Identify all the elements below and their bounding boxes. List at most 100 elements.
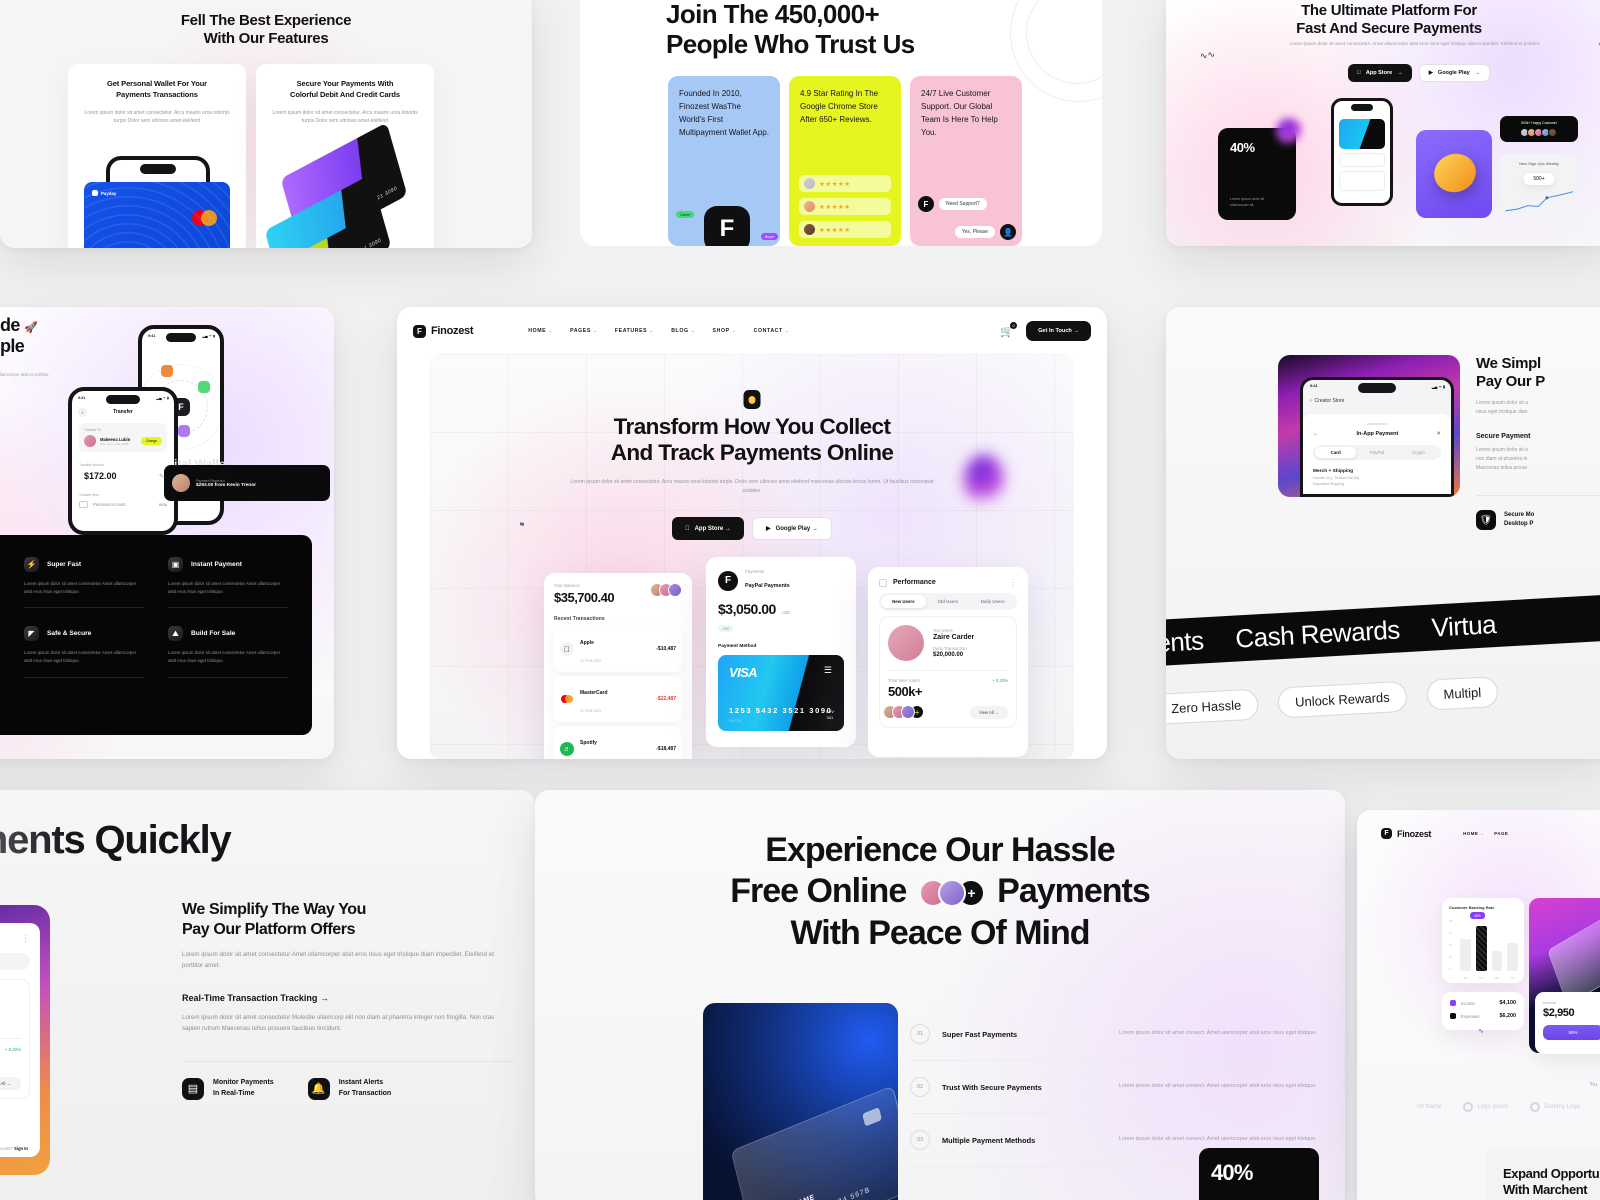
trust-card-founded[interactable]: Founded In 2010, Finozest WasThe World's… [668,76,780,246]
nav-item-home[interactable]: HOME ⌄ [1463,831,1484,837]
nav-item-shop[interactable]: SHOP ⌄ [713,328,737,334]
logo-glyph: F [417,326,422,336]
income-value: $2,950 [1543,1007,1575,1019]
dark-feature-body: Lorem ipsum dolor sit amet consectetur A… [24,581,137,594]
tab-card[interactable]: Card [1315,447,1357,458]
performance-tabs[interactable]: New Users Old Users Daily Users [879,593,1017,610]
sheet-grabber[interactable] [1367,423,1387,425]
panel-dark-features: de 🚀 ple llamcorper atsit et porttitor. … [0,307,334,759]
trust-card-rating[interactable]: 4.9 Star Rating In The Google Chrome Sto… [789,76,901,246]
cvv-value: 341 [826,715,834,720]
more-options-icon[interactable]: ⋮ [21,933,30,944]
tab-old-users[interactable]: Old Users [926,595,971,608]
chevron-down-icon: ⌄ [731,328,737,334]
brand-logo[interactable]: F Finozest [1381,828,1431,839]
nav-item-features[interactable]: FEATURES ⌄ [615,328,654,334]
top-user-name: Zaire Carder [933,634,975,641]
nav-item-blog[interactable]: BLOG ⌄ [671,328,695,334]
bolt-icon: ⚡ [24,557,39,572]
feature-card-wallet[interactable]: Get Personal Wallet For Your Payments Tr… [68,64,246,248]
tablet-mockup: ce ⋮ Old Users Daily Users Top Users Zai… [0,905,50,1175]
floating-credit-card: BANK NAME 1234 567B 1234 567B [730,1085,898,1200]
nav-item-pages[interactable]: PAGES ⌄ [570,328,598,334]
mastercard-icon [192,210,218,226]
heading-line-2: Pay Our P [1476,373,1545,390]
payday-credit-card: Payday Enter Number 4554 7633 9877 8637 … [84,182,230,248]
income-summary-card: Income $2,950 59% [1535,992,1600,1054]
inapp-right-body-2: Lorem ipsum dolor sit a non diam at phar… [1476,446,1600,473]
star-rating: ★★★★★ [819,203,851,211]
phone-card-visual [1339,119,1385,149]
support-bot-avatar: F [918,196,934,212]
signin-link[interactable]: Sign In [14,1146,28,1151]
tag-pill[interactable]: Multipl [1425,676,1499,711]
feature-card-body: Lorem ipsum dolor sit amet consectetur. … [272,109,418,125]
trust-card-support[interactable]: 24/7 Live Customer Support. Our Global T… [910,76,1022,246]
step-row[interactable]: 02 Trust With Secure Payments Lorem ipsu… [910,1061,1325,1114]
tag-pill[interactable]: Unlock Rewards [1277,680,1408,719]
legend-label: Expenses [1461,1013,1480,1019]
tab-daily-users[interactable]: Daily Users [0,955,28,968]
transaction-name: MasterCard [580,690,608,696]
more-options-icon[interactable]: ⋮ [1009,578,1017,587]
back-icon[interactable]: ‹ [78,408,87,417]
tab-crypto[interactable]: Crypto [1398,447,1439,458]
appstore-label: App Store → [692,525,731,532]
bell-icon: 🔔 [307,1077,330,1100]
tab-new-users[interactable]: New Users [881,595,926,608]
realtime-tracking-body: Lorem ipsum dolor sit amet consectetur M… [182,1014,495,1033]
googleplay-button[interactable]: ▶ Google Play → [1418,64,1491,82]
cart-icon[interactable]: 🛒 0 [1000,321,1018,338]
tag-row: Zero Hassle Unlock Rewards Multipl [1166,676,1499,725]
avatar [804,178,815,189]
payments-logo-icon: F [718,570,738,591]
googleplay-label: Google Play [1435,70,1470,76]
icon-glyph: ⛰ [172,628,179,638]
logo-label: Dummy Logo [1544,1104,1581,1110]
feature-line-2: Desktop P [1504,521,1534,527]
close-icon[interactable]: ✕ [1436,431,1441,437]
income-percent-button[interactable]: 59% [1543,1025,1600,1040]
body-line-1: Lorem ipsum dolor sit a [1476,400,1528,406]
phone-transfer-mockup: 9:41 ▂▄ ᯤ ▮ Transfer ‹ Transfer To Makee… [68,387,178,535]
step-description: Lorem ipsum dolor sit amet consect. Amet… [1119,1136,1317,1143]
transfer-from-name: Personal Account [93,502,126,507]
phone-notch [1351,104,1373,111]
avatar-group [1506,128,1572,137]
view-all-button[interactable]: View All → [970,705,1008,719]
tab-paypal[interactable]: PayPal [1356,447,1397,458]
tab-daily-users[interactable]: Daily Users [970,595,1015,608]
platform-heading: The Ultimate Platform For Fast And Secur… [1166,2,1600,38]
hero-googleplay-button[interactable]: ▶ Google Play → [751,517,832,540]
feature-card-cards[interactable]: Secure Your Payments With Colorful Debit… [256,64,434,248]
nav-item-pages[interactable]: PAGE [1494,831,1508,836]
hero-appstore-button[interactable]:  App Store → [672,517,744,540]
get-in-touch-button[interactable]: Get In Touch → [1026,321,1091,341]
transaction-row[interactable]: MasterCard 21 FEB 2023 -$22,487 [554,676,682,722]
hassle-heading: Experience Our Hassle Free Online + Paym… [535,830,1345,954]
transaction-row[interactable]: ♬ Spotify21 FEB 2023 -$18,487 [554,726,682,759]
nav-item-home[interactable]: HOME ⌄ [528,328,553,334]
status-time: 9:41 [78,396,86,400]
stat-value: 40% [1211,1160,1253,1185]
tag-pill[interactable]: Zero Hassle [1166,688,1259,725]
tablet-tabs[interactable]: Old Users Daily Users [0,953,30,970]
nav-item-contact[interactable]: CONTACT ⌄ [754,328,790,334]
change-button[interactable]: Change [140,437,162,445]
transaction-row[interactable]:  Apple 21 FEB 2023 -$10,487 [554,626,682,672]
appstore-button[interactable]:  App Store → [1347,64,1412,82]
title-line-1: Secure Your Payments With [296,79,394,88]
step-row[interactable]: 01 Super Fast Payments Lorem ipsum dolor… [910,1008,1325,1061]
brand-logo[interactable]: F Finozest [413,324,474,338]
realtime-tracking-link[interactable]: Real-Time Transaction Tracking → [182,993,512,1003]
recipient-name: Makeena Lubin [100,436,131,442]
transfer-amount-value: $172.00 [84,471,117,481]
top-users-label: Top Users [933,628,953,633]
cart-badge-count: 0 [1010,321,1018,329]
view-all-button[interactable]: View All → [0,1076,21,1090]
chart-icon [879,578,887,587]
status-icons: ▂▄ ᯤ ▮ [1431,385,1445,389]
payment-tabs[interactable]: Card PayPal Crypto [1313,445,1441,460]
heading-line-1: We Simpl [1476,355,1541,372]
payments-delta-chip: -0% [718,625,734,632]
